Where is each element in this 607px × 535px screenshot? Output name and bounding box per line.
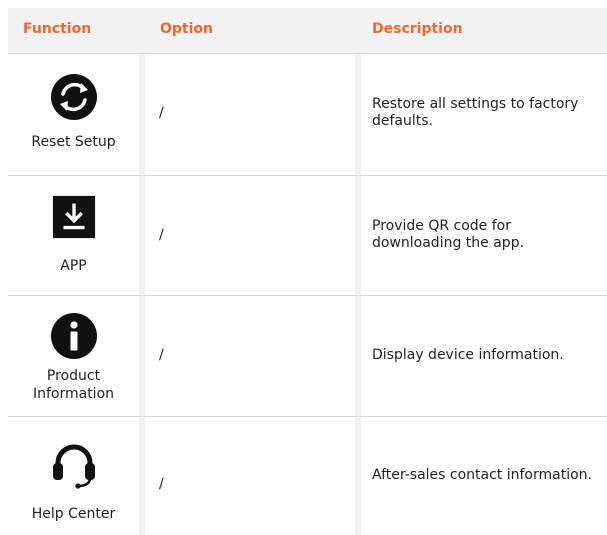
option-value: / <box>159 476 164 492</box>
description-cell: Provide QR code for downloading the app. <box>361 176 607 295</box>
description-text: Restore all settings to factory defaults… <box>372 96 579 129</box>
table-row-app: APP / Provide QR code for downloading th… <box>8 176 607 296</box>
header-option: Option <box>160 21 213 37</box>
function-label: APP <box>60 258 87 274</box>
description-text: Display device information. <box>372 347 564 363</box>
option-value: / <box>159 227 164 243</box>
description-cell: After-sales contact information. <box>361 417 607 535</box>
table-header: Function Option Description <box>8 8 607 54</box>
header-function: Function <box>23 21 92 37</box>
option-value: / <box>159 105 164 121</box>
option-cell: / <box>145 296 355 416</box>
option-cell: / <box>145 417 355 535</box>
function-cell: Product Information <box>8 296 139 416</box>
function-cell: APP <box>8 176 139 295</box>
table-row-reset-setup: Reset Setup / Restore all settings to fa… <box>8 54 607 176</box>
headset-icon <box>52 444 95 489</box>
function-label: Help Center <box>31 506 116 522</box>
table-row-help-center: Help Center / After-sales contact inform… <box>8 417 607 535</box>
info-icon <box>50 313 97 359</box>
option-cell: / <box>145 176 355 295</box>
option-cell: / <box>145 54 355 175</box>
description-cell: Display device information. <box>361 296 607 416</box>
function-label: Product Information <box>32 368 115 402</box>
table-row-product-information: Product Information / Display device inf… <box>8 296 607 417</box>
function-cell: Help Center <box>8 417 139 535</box>
reset-icon <box>50 74 97 120</box>
function-cell: Reset Setup <box>8 54 139 175</box>
description-cell: Restore all settings to factory defaults… <box>361 54 607 175</box>
option-value: / <box>159 347 164 363</box>
description-text: After-sales contact information. <box>372 467 592 483</box>
settings-table: Function Option Description Reset Setup … <box>8 8 607 535</box>
download-icon <box>52 195 95 239</box>
function-label: Reset Setup <box>31 134 116 150</box>
description-text: Provide QR code for downloading the app. <box>372 218 525 251</box>
header-description: Description <box>372 21 463 37</box>
